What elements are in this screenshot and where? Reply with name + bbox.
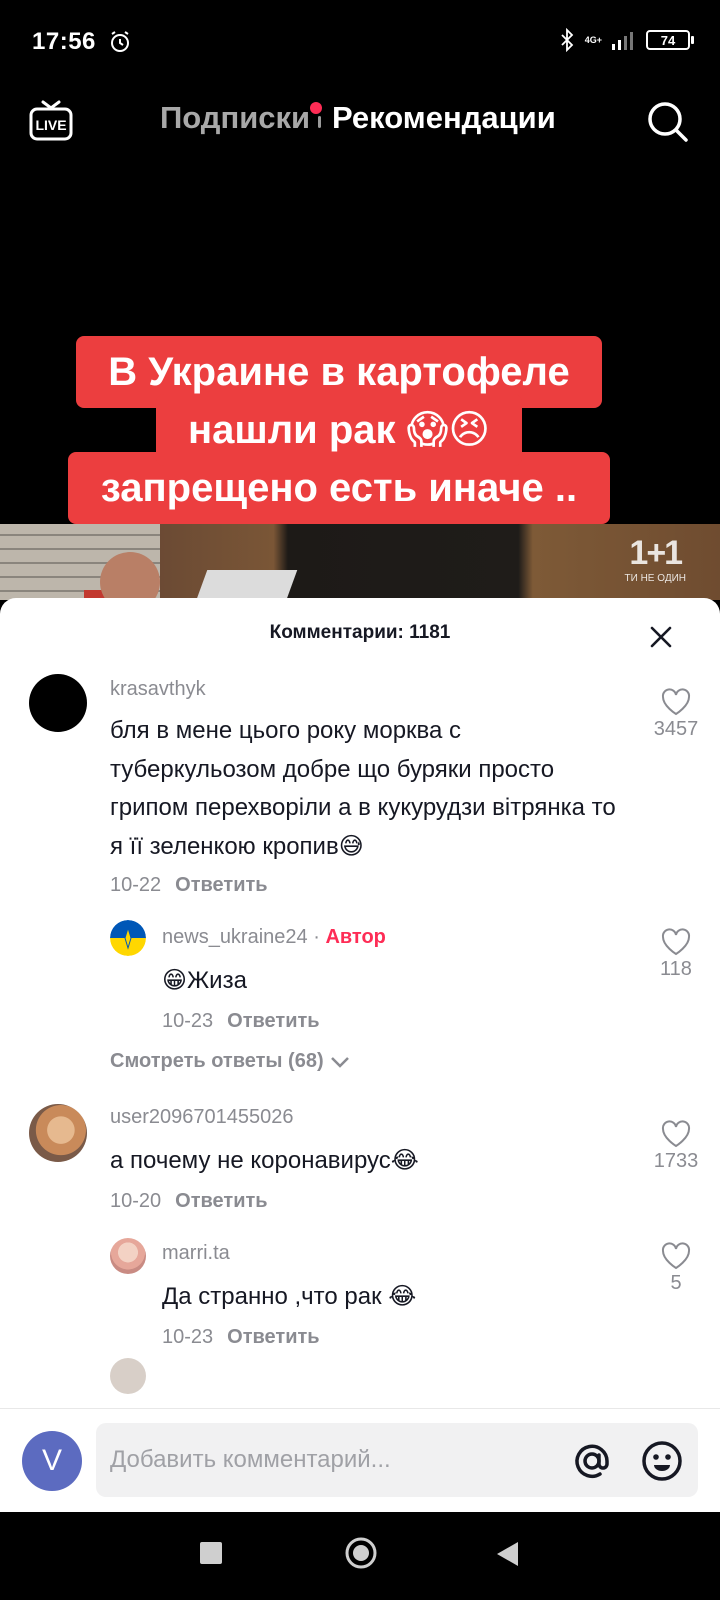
comment-input-wrapper xyxy=(96,1423,698,1497)
notification-dot xyxy=(310,102,323,114)
chevron-down-icon xyxy=(330,1056,349,1068)
avatar[interactable] xyxy=(29,674,87,732)
bluetooth-icon xyxy=(561,28,574,52)
comment-date: 10-22 xyxy=(110,874,162,896)
comment-date: 10-23 xyxy=(162,1010,214,1032)
emoji-icon[interactable] xyxy=(640,1439,684,1483)
like-button[interactable]: 1733 xyxy=(646,1120,706,1173)
battery-level: 74 xyxy=(660,32,676,48)
heart-icon xyxy=(661,1120,691,1148)
reply-button[interactable]: Ответить xyxy=(227,1010,319,1032)
comment-username[interactable]: krasavthyk xyxy=(110,678,206,701)
comment-text: 😁Жиза xyxy=(162,967,247,994)
tab-following-label: Подписки xyxy=(160,100,311,135)
comment-input[interactable] xyxy=(110,1423,530,1497)
tab-for-you[interactable]: Рекомендации xyxy=(332,100,556,136)
comment-username[interactable]: marri.ta xyxy=(162,1242,230,1265)
tab-for-you-label: Рекомендации xyxy=(332,100,556,135)
my-avatar[interactable]: V xyxy=(22,1431,82,1491)
like-count: 5 xyxy=(670,1272,682,1294)
heart-icon xyxy=(661,688,691,716)
home-icon[interactable] xyxy=(344,1536,378,1570)
heart-icon xyxy=(661,928,691,956)
comments-title: Комментарии: 1181 xyxy=(269,622,451,643)
like-count: 118 xyxy=(660,958,692,980)
like-button[interactable]: 5 xyxy=(646,1242,706,1295)
alarm-icon xyxy=(110,31,129,52)
network-type: 4G+ xyxy=(584,35,602,45)
battery-indicator: 74 xyxy=(646,30,694,50)
comment-date: 10-23 xyxy=(162,1326,214,1348)
live-tv-icon[interactable]: LIVE xyxy=(28,98,74,144)
top-navigation: LIVE Подписки Рекомендации xyxy=(0,90,720,154)
close-icon[interactable] xyxy=(644,620,678,654)
view-replies-button[interactable]: Смотреть ответы (68) xyxy=(110,1050,350,1073)
comment-date: 10-20 xyxy=(110,1190,162,1212)
reply-button[interactable]: Ответить xyxy=(227,1326,319,1348)
comment-input-bar: V xyxy=(0,1408,720,1512)
tab-separator xyxy=(318,116,321,128)
status-time: 17:56 xyxy=(32,28,96,55)
comment-meta: 10-23 Ответить xyxy=(162,1010,320,1033)
comment-text: Да странно ,что рак 😂 xyxy=(162,1283,417,1310)
like-count: 3457 xyxy=(653,718,699,740)
channel-logo: 1+1 xyxy=(629,534,683,572)
comments-sheet: Комментарии: 1181 krasavthyk бля в мене … xyxy=(0,598,720,1600)
heart-icon xyxy=(661,1242,691,1270)
comments-list[interactable]: krasavthyk бля в мене цього року морква … xyxy=(0,668,720,1406)
video-cloth xyxy=(192,570,298,600)
channel-slogan: ТИ НЕ ОДИН xyxy=(624,573,686,584)
avatar[interactable] xyxy=(110,1358,146,1394)
mention-icon[interactable] xyxy=(570,1439,614,1483)
comment-username[interactable]: user2096701455026 xyxy=(110,1106,294,1129)
video-caption-line: нашли рак 😱😣 xyxy=(156,394,522,466)
comment-meta: 10-23 Ответить xyxy=(162,1326,320,1349)
my-avatar-letter: V xyxy=(41,1444,62,1477)
like-button[interactable]: 3457 xyxy=(646,688,706,741)
status-bar: 17:56 4G+ 74 xyxy=(0,0,720,84)
avatar[interactable] xyxy=(110,1238,146,1274)
separator-dot: · xyxy=(313,926,320,948)
comment-meta: 10-20 Ответить xyxy=(110,1190,268,1213)
video-player[interactable]: В Украине в картофеле запрещено есть ина… xyxy=(0,160,720,600)
comment-text: бля в мене цього року морква с туберкуль… xyxy=(110,717,616,860)
system-navigation-bar xyxy=(0,1512,720,1600)
signal-icon xyxy=(612,32,633,50)
reply-username-line: news_ukraine24 · Автор xyxy=(162,926,386,949)
view-replies-label: Смотреть ответы (68) xyxy=(110,1050,324,1072)
like-count: 1733 xyxy=(653,1150,699,1172)
channel-watermark: 1+1 ТИ НЕ ОДИН xyxy=(625,534,686,584)
live-label: LIVE xyxy=(35,117,66,133)
back-icon[interactable] xyxy=(494,1540,520,1568)
avatar[interactable] xyxy=(29,1104,87,1162)
like-button[interactable]: 118 xyxy=(646,928,706,981)
search-icon[interactable] xyxy=(646,100,690,144)
reply-button[interactable]: Ответить xyxy=(175,1190,267,1212)
recents-icon[interactable] xyxy=(198,1540,224,1566)
comment-username[interactable]: news_ukraine24 xyxy=(162,926,308,948)
tab-following[interactable]: Подписки xyxy=(160,100,323,136)
avatar[interactable] xyxy=(110,920,146,956)
comment-meta: 10-22 Ответить xyxy=(110,874,268,897)
reply-button[interactable]: Ответить xyxy=(175,874,267,896)
author-badge: Автор xyxy=(325,926,386,948)
comment-text: а почему не коронавирус😂 xyxy=(110,1147,419,1174)
